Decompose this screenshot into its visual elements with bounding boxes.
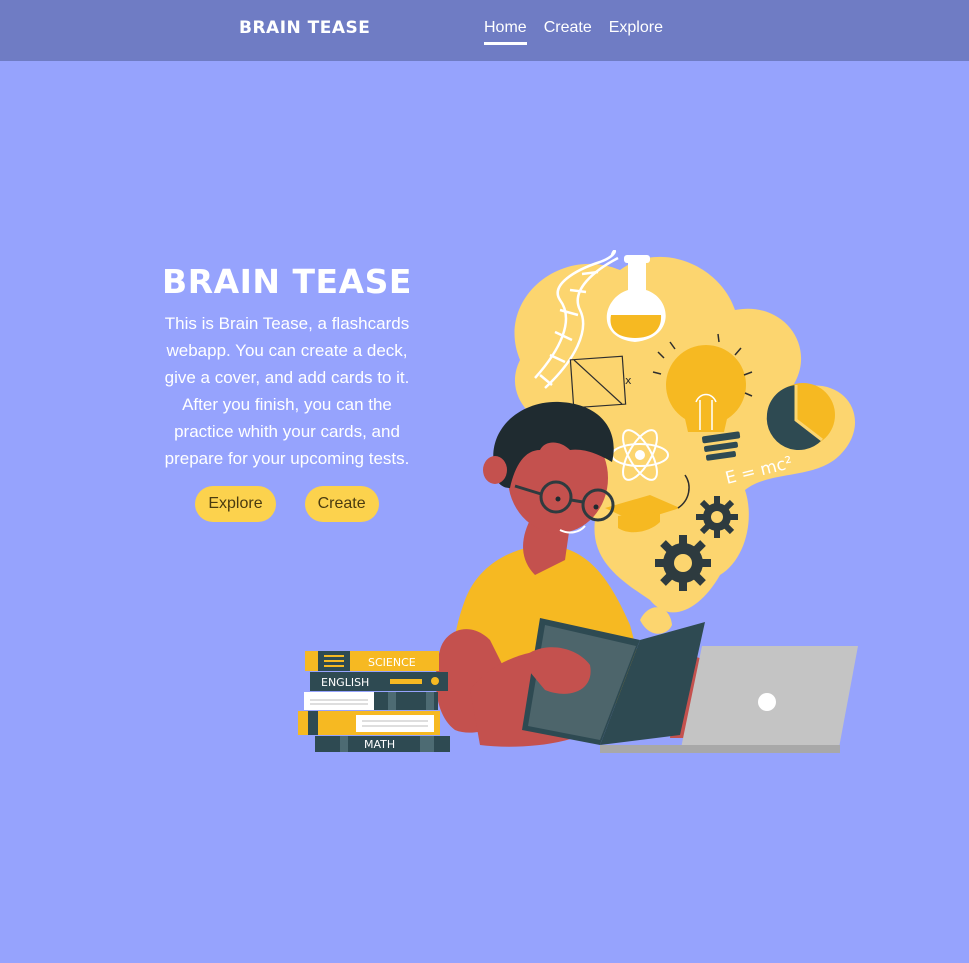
nav-logo[interactable]: BRAIN TEASE <box>239 17 370 39</box>
explore-button[interactable]: Explore <box>195 486 276 522</box>
navbar: BRAIN TEASE Home Create Explore <box>0 0 969 61</box>
open-book-icon <box>520 618 705 745</box>
nav-link-create[interactable]: Create <box>544 17 592 45</box>
book-label-english: ENGLISH <box>321 676 369 689</box>
hero-illustration: x E = mc² SCIENCE ENGLISH MATH <box>298 250 858 753</box>
nav-link-explore[interactable]: Explore <box>609 17 663 45</box>
gear-icon <box>696 496 738 538</box>
nav-link-home[interactable]: Home <box>484 17 527 45</box>
gear-large-icon <box>655 535 711 591</box>
book-label-math: MATH <box>364 738 395 751</box>
nav-links: Home Create Explore <box>484 17 663 45</box>
book-stack: SCIENCE ENGLISH MATH <box>298 651 450 752</box>
book-label-science: SCIENCE <box>368 656 416 669</box>
svg-text:x: x <box>625 374 632 387</box>
